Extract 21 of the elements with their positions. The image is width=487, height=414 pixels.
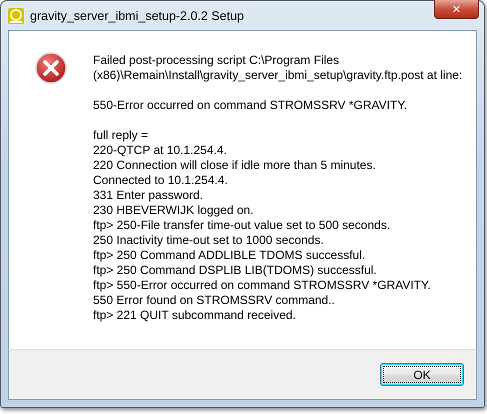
message-line: Failed post-processing script C:\Program Files <box>93 53 340 68</box>
message-line: 250 Inactivity time-out set to 1000 seconds. <box>93 233 325 248</box>
message-line: (x86)\Remain\Install\gravity_server_ibmi_setup\gravity.ftp.post at line: <box>93 68 462 83</box>
message-line: ftp> 250-File transfer time-out value set to 500 seconds. <box>93 218 392 233</box>
close-button[interactable]: ✕ <box>434 0 479 19</box>
error-icon <box>35 52 67 84</box>
window-title: gravity_server_ibmi_setup-2.0.2 Setup <box>30 8 244 22</box>
message-line: ftp> 550-Error occurred on command STROMSSRV *GRAVITY. <box>93 278 432 293</box>
ok-button[interactable]: OK <box>380 363 464 386</box>
message-line: full reply = <box>93 128 150 143</box>
app-icon <box>8 8 24 24</box>
message-line: 331 Enter password. <box>93 188 204 203</box>
message-line: ftp> 250 Command ADDLIBLE TDOMS successful. <box>93 248 366 263</box>
message-line: 230 HBEVERWIJK logged on. <box>93 203 255 218</box>
message-line: 220 Connection will close if idle more than 5 minutes. <box>93 158 377 173</box>
message-line: ftp> 221 QUIT subcommand received. <box>93 308 297 323</box>
message-line: 550-Error occurred on command STROMSSRV *GRAVITY. <box>93 98 408 113</box>
message-line: ftp> 250 Command DSPLIB LIB(TDOMS) successful. <box>93 263 378 278</box>
message-line: Connected to 10.1.254.4. <box>93 173 229 188</box>
message-line: 220-QTCP at 10.1.254.4. <box>93 143 228 158</box>
message-line: 550 Error found on STROMSSRV command.. <box>93 293 336 308</box>
